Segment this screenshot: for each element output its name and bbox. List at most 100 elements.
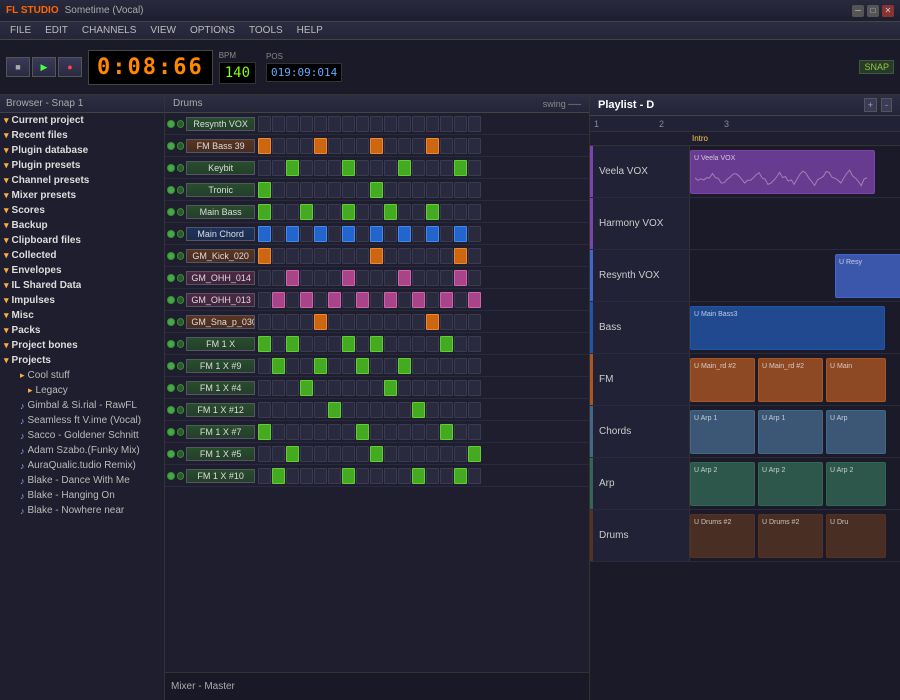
seq-step[interactable]: [426, 226, 439, 242]
seq-step[interactable]: [440, 226, 453, 242]
record-button[interactable]: ●: [58, 57, 82, 77]
seq-step[interactable]: [328, 182, 341, 198]
seq-step[interactable]: [370, 248, 383, 264]
seq-solo-btn[interactable]: [177, 472, 185, 480]
browser-item[interactable]: ▾ Envelopes: [0, 263, 164, 278]
seq-step[interactable]: [370, 446, 383, 462]
seq-mute-btn[interactable]: [167, 208, 175, 216]
seq-step[interactable]: [370, 336, 383, 352]
seq-content[interactable]: Resynth VOXFM Bass 39KeybitTronicMain Ba…: [165, 113, 589, 672]
seq-step[interactable]: [314, 270, 327, 286]
seq-step[interactable]: [468, 468, 481, 484]
seq-step[interactable]: [468, 226, 481, 242]
seq-step[interactable]: [384, 160, 397, 176]
seq-step[interactable]: [272, 204, 285, 220]
seq-step[interactable]: [300, 204, 313, 220]
seq-step[interactable]: [468, 270, 481, 286]
seq-step[interactable]: [454, 138, 467, 154]
browser-item[interactable]: ▸ Legacy: [0, 383, 164, 398]
seq-step[interactable]: [468, 182, 481, 198]
seq-step[interactable]: [300, 226, 313, 242]
seq-step[interactable]: [412, 446, 425, 462]
seq-step[interactable]: [286, 270, 299, 286]
browser-item[interactable]: ▾ Impulses: [0, 293, 164, 308]
browser-item[interactable]: ▾ Scores: [0, 203, 164, 218]
seq-step[interactable]: [286, 314, 299, 330]
seq-step[interactable]: [454, 424, 467, 440]
track-block[interactable]: U Arp: [826, 410, 886, 454]
seq-step[interactable]: [272, 270, 285, 286]
seq-step[interactable]: [328, 138, 341, 154]
seq-step[interactable]: [300, 270, 313, 286]
seq-step[interactable]: [370, 138, 383, 154]
seq-step[interactable]: [300, 182, 313, 198]
seq-step[interactable]: [412, 270, 425, 286]
close-button[interactable]: ✕: [882, 5, 894, 17]
seq-step[interactable]: [384, 424, 397, 440]
seq-step[interactable]: [286, 424, 299, 440]
seq-mute-btn[interactable]: [167, 340, 175, 348]
seq-step[interactable]: [370, 468, 383, 484]
seq-step[interactable]: [258, 336, 271, 352]
seq-step[interactable]: [328, 424, 341, 440]
seq-step[interactable]: [468, 402, 481, 418]
seq-step[interactable]: [440, 380, 453, 396]
seq-channel-name[interactable]: GM_OHH_013: [186, 293, 255, 307]
seq-step[interactable]: [258, 446, 271, 462]
seq-step[interactable]: [314, 248, 327, 264]
seq-step[interactable]: [412, 380, 425, 396]
seq-step[interactable]: [398, 468, 411, 484]
seq-step[interactable]: [300, 402, 313, 418]
browser-item[interactable]: ▾ IL Shared Data: [0, 278, 164, 293]
track-area[interactable]: U Arp 1U Arp 1U Arp: [690, 406, 900, 457]
seq-channel-name[interactable]: FM 1 X #5: [186, 447, 255, 461]
browser-item[interactable]: ▾ Current project: [0, 113, 164, 128]
seq-step[interactable]: [454, 270, 467, 286]
seq-solo-btn[interactable]: [177, 164, 185, 172]
seq-step[interactable]: [440, 292, 453, 308]
seq-step[interactable]: [426, 270, 439, 286]
seq-step[interactable]: [258, 160, 271, 176]
seq-mute-btn[interactable]: [167, 142, 175, 150]
seq-step[interactable]: [412, 226, 425, 242]
seq-step[interactable]: [398, 138, 411, 154]
browser-item[interactable]: ♪ Blake - Nowhere near: [0, 503, 164, 518]
browser-item[interactable]: ▾ Plugin presets: [0, 158, 164, 173]
seq-step[interactable]: [384, 182, 397, 198]
seq-step[interactable]: [454, 204, 467, 220]
seq-step[interactable]: [300, 336, 313, 352]
seq-step[interactable]: [440, 248, 453, 264]
seq-step[interactable]: [468, 358, 481, 374]
seq-step[interactable]: [426, 380, 439, 396]
seq-step[interactable]: [384, 446, 397, 462]
seq-step[interactable]: [328, 204, 341, 220]
seq-step[interactable]: [384, 402, 397, 418]
track-label[interactable]: Chords: [590, 406, 690, 457]
seq-step[interactable]: [300, 292, 313, 308]
seq-step[interactable]: [258, 424, 271, 440]
seq-step[interactable]: [258, 182, 271, 198]
seq-mute-btn[interactable]: [167, 384, 175, 392]
seq-step[interactable]: [300, 380, 313, 396]
minimize-button[interactable]: ─: [852, 5, 864, 17]
seq-solo-btn[interactable]: [177, 428, 185, 436]
seq-solo-btn[interactable]: [177, 406, 185, 414]
seq-solo-btn[interactable]: [177, 384, 185, 392]
seq-step[interactable]: [468, 446, 481, 462]
seq-solo-btn[interactable]: [177, 186, 185, 194]
seq-step[interactable]: [300, 468, 313, 484]
seq-step[interactable]: [398, 424, 411, 440]
seq-step[interactable]: [300, 424, 313, 440]
seq-step[interactable]: [426, 292, 439, 308]
menu-item-edit[interactable]: EDIT: [39, 24, 74, 37]
seq-step[interactable]: [412, 116, 425, 132]
seq-step[interactable]: [426, 402, 439, 418]
seq-step[interactable]: [286, 358, 299, 374]
seq-step[interactable]: [412, 138, 425, 154]
seq-step[interactable]: [412, 402, 425, 418]
seq-step[interactable]: [454, 336, 467, 352]
seq-step[interactable]: [412, 292, 425, 308]
seq-step[interactable]: [412, 468, 425, 484]
seq-solo-btn[interactable]: [177, 208, 185, 216]
seq-step[interactable]: [286, 226, 299, 242]
